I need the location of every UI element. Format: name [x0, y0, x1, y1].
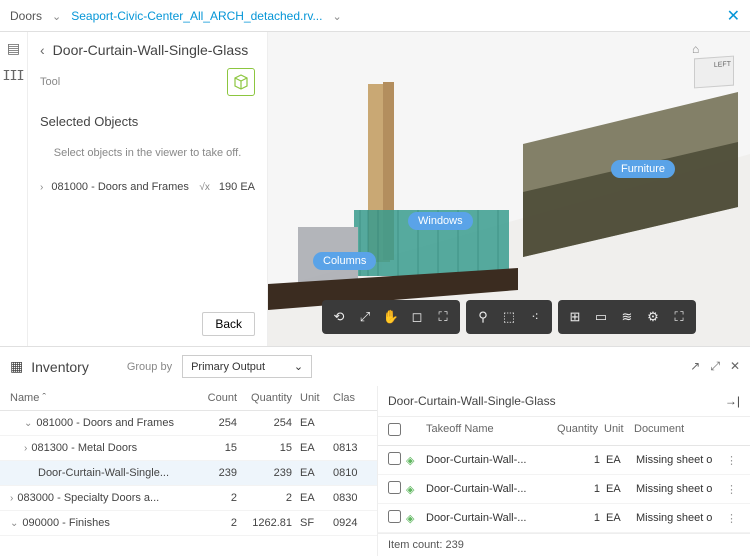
group-by-select[interactable]: Primary Output ⌄	[182, 355, 312, 378]
row-checkbox[interactable]	[388, 481, 401, 494]
inventory-title: Inventory	[31, 359, 89, 375]
detail-panel: Door-Curtain-Wall-Single-Glass →| Takeof…	[378, 386, 750, 556]
close-icon[interactable]: ✕	[727, 6, 740, 26]
open-external-icon[interactable]: ↗	[690, 359, 700, 374]
back-chevron-icon[interactable]: ‹	[40, 42, 45, 58]
detail-row[interactable]: ◈Door-Curtain-Wall-...1EAMissing sheet o…	[378, 504, 750, 533]
select-all-checkbox[interactable]	[388, 423, 401, 436]
zoom-window-icon[interactable]: ◻	[404, 304, 430, 330]
viewer-toolbar: ⟲ ⤢ ✋ ◻ ⛶ ⚲ ⬚ ⁖ ⊞ ▭ ≋ ⚙ ⛶	[322, 300, 696, 334]
chevron-down-icon	[328, 9, 341, 23]
model-viewer[interactable]: Furniture Windows Columns ⌂ ⟲ ⤢ ✋ ◻ ⛶ ⚲ …	[268, 32, 750, 346]
expand-icon[interactable]: ⤢	[710, 359, 720, 374]
row-checkbox[interactable]	[388, 510, 401, 523]
object-qty: 190 EA	[219, 181, 255, 193]
object-row[interactable]: 081000 - Doors and Frames √x 190 EA	[40, 181, 255, 193]
viewer-tag-windows[interactable]: Windows	[408, 212, 473, 230]
viewer-tag-columns[interactable]: Columns	[313, 252, 376, 270]
section-icon[interactable]: ⚲	[470, 304, 496, 330]
table-row[interactable]: 090000 - Finishes21262.81SF0924	[0, 511, 377, 536]
zoom-icon[interactable]: ⛶	[430, 304, 456, 330]
inventory-body: Name ˆ Count Quantity Unit Clas 081000 -…	[0, 386, 750, 556]
home-icon[interactable]: ⌂	[692, 42, 699, 56]
settings-icon[interactable]: ⚙	[640, 304, 666, 330]
detail-row[interactable]: ◈Door-Curtain-Wall-...1EAMissing sheet o…	[378, 475, 750, 504]
selected-objects-hint: Select objects in the viewer to take off…	[40, 147, 255, 159]
properties-icon[interactable]: ▤	[7, 40, 20, 57]
panel-title: Door-Curtain-Wall-Single-Glass	[53, 42, 249, 58]
grid-icon: ▦	[10, 358, 23, 375]
more-icon[interactable]: ⋮	[726, 483, 740, 496]
panel-header: ‹ Door-Curtain-Wall-Single-Glass	[40, 42, 255, 58]
view-cube[interactable]: ⌂	[684, 42, 740, 90]
cube-icon: ◈	[406, 512, 422, 525]
collapse-icon[interactable]: →|	[725, 394, 740, 408]
cube-icon: ◈	[406, 483, 422, 496]
col-qty[interactable]: Quantity	[237, 392, 292, 404]
col-doc[interactable]: Document	[628, 423, 726, 439]
pan-icon[interactable]: ✋	[378, 304, 404, 330]
sheet-icon[interactable]: ▭	[588, 304, 614, 330]
back-button[interactable]: Back	[202, 312, 255, 336]
col-unit[interactable]: Unit	[598, 423, 628, 439]
col-class[interactable]: Clas	[327, 392, 367, 404]
model-render	[268, 32, 750, 346]
top-bar: Doors Seaport-Civic-Center_All_ARCH_deta…	[0, 0, 750, 32]
group-by-label: Group by	[127, 361, 172, 373]
cube-face[interactable]	[694, 56, 734, 89]
inventory-table: Name ˆ Count Quantity Unit Clas 081000 -…	[0, 386, 378, 556]
more-icon[interactable]: ⋮	[726, 454, 740, 467]
tool-cube-button[interactable]	[227, 68, 255, 96]
col-unit[interactable]: Unit	[292, 392, 327, 404]
file-name: Seaport-Civic-Center_All_ARCH_detached.r…	[71, 9, 322, 23]
table-row[interactable]: Door-Curtain-Wall-Single...239239EA0810	[0, 461, 377, 486]
tree-icon[interactable]: ⊞	[562, 304, 588, 330]
explode-icon[interactable]: ⬚	[496, 304, 522, 330]
more-icon[interactable]: ⋮	[726, 512, 740, 525]
table-row[interactable]: 083000 - Specialty Doors a...22EA0830	[0, 486, 377, 511]
table-row[interactable]: 081300 - Metal Doors1515EA0813	[0, 436, 377, 461]
category-dropdown[interactable]: Doors	[10, 9, 61, 23]
col-name[interactable]: Name ˆ	[10, 392, 182, 404]
cube-icon: ◈	[406, 454, 422, 467]
fullscreen-icon[interactable]: ⛶	[666, 304, 692, 330]
col-count[interactable]: Count	[182, 392, 237, 404]
object-label: 081000 - Doors and Frames	[51, 181, 189, 193]
col-takeoff-name[interactable]: Takeoff Name	[406, 423, 548, 439]
selected-objects-title: Selected Objects	[40, 114, 255, 129]
takeoff-icon[interactable]: ⵊⵊⵊ	[0, 67, 24, 84]
detail-title: Door-Curtain-Wall-Single-Glass	[388, 394, 556, 408]
inventory-header: ▦ Inventory Group by Primary Output ⌄ ↗ …	[0, 347, 750, 386]
sort-asc-icon: ˆ	[42, 392, 46, 404]
expand-icon	[40, 181, 47, 193]
detail-table-header: Takeoff Name Quantity Unit Document	[378, 417, 750, 446]
close-icon[interactable]: ✕	[730, 359, 740, 374]
group-by-value: Primary Output	[191, 361, 265, 373]
table-row[interactable]: 081000 - Doors and Frames254254EA	[0, 411, 377, 436]
table-header: Name ˆ Count Quantity Unit Clas	[0, 386, 377, 411]
row-checkbox[interactable]	[388, 452, 401, 465]
category-label: Doors	[10, 9, 42, 23]
viewer-tag-furniture[interactable]: Furniture	[611, 160, 675, 178]
detail-row[interactable]: ◈Door-Curtain-Wall-...1EAMissing sheet o…	[378, 446, 750, 475]
cluster-icon[interactable]: ⁖	[522, 304, 548, 330]
cube-icon	[233, 74, 249, 90]
file-dropdown[interactable]: Seaport-Civic-Center_All_ARCH_detached.r…	[71, 9, 716, 23]
inventory-panel: ▦ Inventory Group by Primary Output ⌄ ↗ …	[0, 346, 750, 556]
chevron-down-icon	[48, 9, 61, 23]
orbit-icon[interactable]: ⟲	[326, 304, 352, 330]
tool-row: Tool	[40, 68, 255, 96]
layers-icon[interactable]: ≋	[614, 304, 640, 330]
tool-label: Tool	[40, 76, 60, 88]
fit-icon[interactable]: ⤢	[352, 304, 378, 330]
formula-icon: √x	[199, 182, 210, 193]
col-qty[interactable]: Quantity	[548, 423, 598, 439]
left-panel: ‹ Door-Curtain-Wall-Single-Glass Tool Se…	[28, 32, 268, 346]
detail-footer: Item count: 239	[378, 533, 750, 556]
chevron-down-icon: ⌄	[294, 360, 303, 373]
detail-header: Door-Curtain-Wall-Single-Glass →|	[378, 386, 750, 417]
left-rail: ▤ ⵊⵊⵊ	[0, 32, 28, 346]
main-area: ▤ ⵊⵊⵊ ‹ Door-Curtain-Wall-Single-Glass T…	[0, 32, 750, 346]
